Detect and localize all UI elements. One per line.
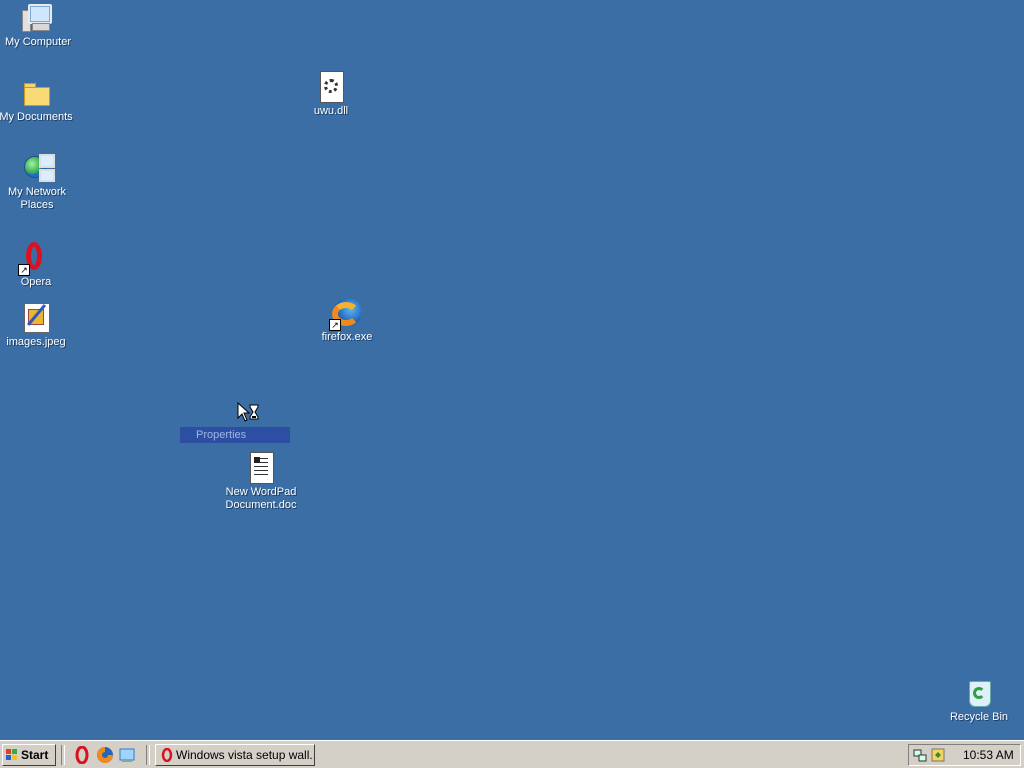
- wordpad-document-icon: [245, 452, 277, 484]
- desktop-icon-recycle-bin[interactable]: Recycle Bin: [941, 677, 1017, 724]
- desktop-icon-label: New WordPad Document.doc: [225, 486, 297, 511]
- taskbar: Start Windows vista setup wall... 10:53 …: [0, 740, 1024, 768]
- desktop-icon-label: Recycle Bin: [949, 711, 1009, 723]
- taskbar-separator: [61, 745, 65, 765]
- system-tray: 10:53 AM: [908, 744, 1021, 766]
- desktop-icon-label: Opera: [20, 276, 52, 288]
- desktop-icon-my-network-places[interactable]: My Network Places: [0, 152, 75, 212]
- quick-launch-opera-icon[interactable]: [73, 746, 91, 764]
- quick-launch-firefox-icon[interactable]: [96, 746, 114, 764]
- shortcut-arrow-icon: ↗: [18, 264, 30, 276]
- desktop-icon-my-computer[interactable]: My Computer: [0, 2, 76, 49]
- desktop[interactable]: My Computer My Documents My Network Plac…: [0, 0, 1024, 740]
- dll-file-icon: [315, 71, 347, 103]
- start-label: Start: [21, 748, 49, 762]
- network-icon[interactable]: [913, 748, 927, 762]
- show-desktop-icon[interactable]: [118, 746, 136, 764]
- desktop-icon-label: My Computer: [4, 36, 72, 48]
- desktop-icon-images-jpeg[interactable]: images.jpeg: [0, 302, 74, 349]
- desktop-icon-label: firefox.exe: [321, 331, 373, 343]
- desktop-icon-my-documents[interactable]: My Documents: [0, 77, 74, 124]
- opera-icon: [161, 748, 173, 762]
- computer-icon: [22, 2, 54, 34]
- desktop-icon-label: My Network Places: [7, 186, 67, 211]
- image-file-icon: [20, 302, 52, 334]
- taskbar-window-label: Windows vista setup wall...: [176, 748, 315, 762]
- desktop-icon-label: uwu.dll: [313, 105, 349, 117]
- desktop-icon-label: images.jpeg: [6, 336, 66, 348]
- taskbar-separator: [146, 745, 150, 765]
- windows-logo-icon: [6, 749, 18, 761]
- start-button[interactable]: Start: [2, 744, 56, 766]
- shortcut-arrow-icon: ↗: [329, 319, 341, 331]
- network-places-icon: [21, 152, 55, 184]
- folder-icon: [20, 77, 52, 109]
- desktop-icon-opera[interactable]: ↗ Opera: [0, 242, 74, 289]
- update-icon[interactable]: [931, 748, 945, 762]
- taskbar-window-button[interactable]: Windows vista setup wall...: [155, 744, 315, 766]
- desktop-icon-new-wordpad-document[interactable]: New WordPad Document.doc: [223, 452, 299, 512]
- opera-icon: ↗: [18, 242, 52, 276]
- desktop-icon-firefox-exe[interactable]: ↗ firefox.exe: [309, 297, 385, 344]
- context-menu-item-properties[interactable]: Properties: [180, 427, 290, 443]
- busy-cursor-icon: [237, 402, 259, 422]
- taskbar-clock[interactable]: 10:53 AM: [963, 745, 1014, 765]
- recycle-bin-icon: [963, 677, 995, 709]
- desktop-icon-uwu-dll[interactable]: uwu.dll: [293, 71, 369, 118]
- firefox-icon: ↗: [329, 297, 363, 331]
- desktop-icon-label: My Documents: [0, 111, 73, 123]
